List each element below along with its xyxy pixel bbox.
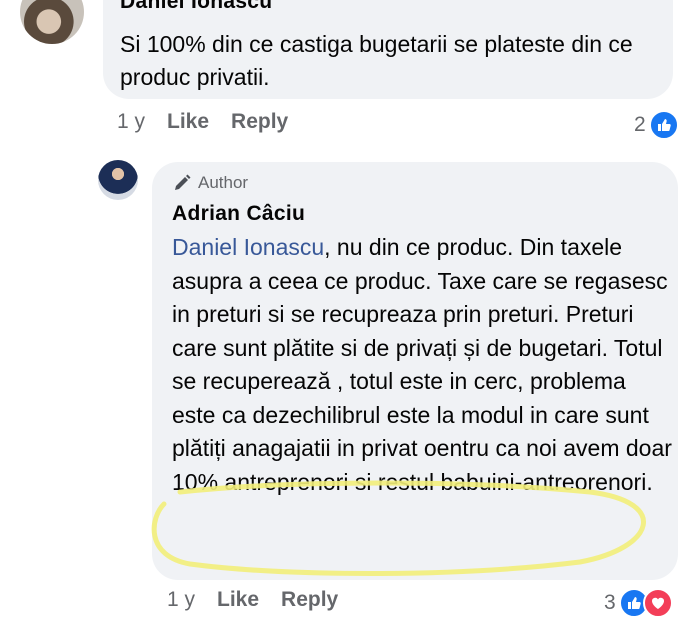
author-badge-label: Author	[198, 173, 249, 192]
like-button[interactable]: Like	[217, 588, 259, 612]
comment-text: Si 100% din ce castiga bugetarii se plat…	[120, 31, 633, 90]
reaction-count: 2	[634, 113, 646, 136]
reaction-summary[interactable]: 3	[604, 588, 673, 618]
comment-timestamp[interactable]: 1 y	[117, 110, 145, 134]
reply-button[interactable]: Reply	[281, 588, 338, 612]
comment-actions: 1 y Like Reply	[167, 588, 338, 612]
comment-text: Daniel Ionascu, nu din ce produc. Din ta…	[172, 231, 672, 499]
like-button[interactable]: Like	[167, 110, 209, 134]
pencil-icon	[175, 174, 191, 190]
comment-body: , nu din ce produc. Din taxele asupra a …	[172, 234, 672, 495]
comment-timestamp[interactable]: 1 y	[167, 588, 195, 612]
thumbs-up-icon	[648, 110, 679, 140]
reaction-count: 3	[604, 591, 616, 614]
reaction-summary[interactable]: 2	[634, 110, 679, 140]
heart-icon	[642, 588, 673, 618]
comment-thread: Daniel Ionascu Si 100% din ce castiga bu…	[0, 0, 700, 635]
mention-link[interactable]: Daniel Ionascu	[172, 234, 324, 260]
reply-button[interactable]: Reply	[231, 110, 288, 134]
comment-author-name[interactable]: Daniel Ionascu	[120, 0, 272, 14]
avatar[interactable]	[20, 0, 84, 44]
comment-actions: 1 y Like Reply	[117, 110, 288, 134]
comment-author-name[interactable]: Adrian Câciu	[172, 202, 305, 226]
avatar[interactable]	[98, 160, 138, 200]
author-badge: Author	[172, 173, 248, 193]
